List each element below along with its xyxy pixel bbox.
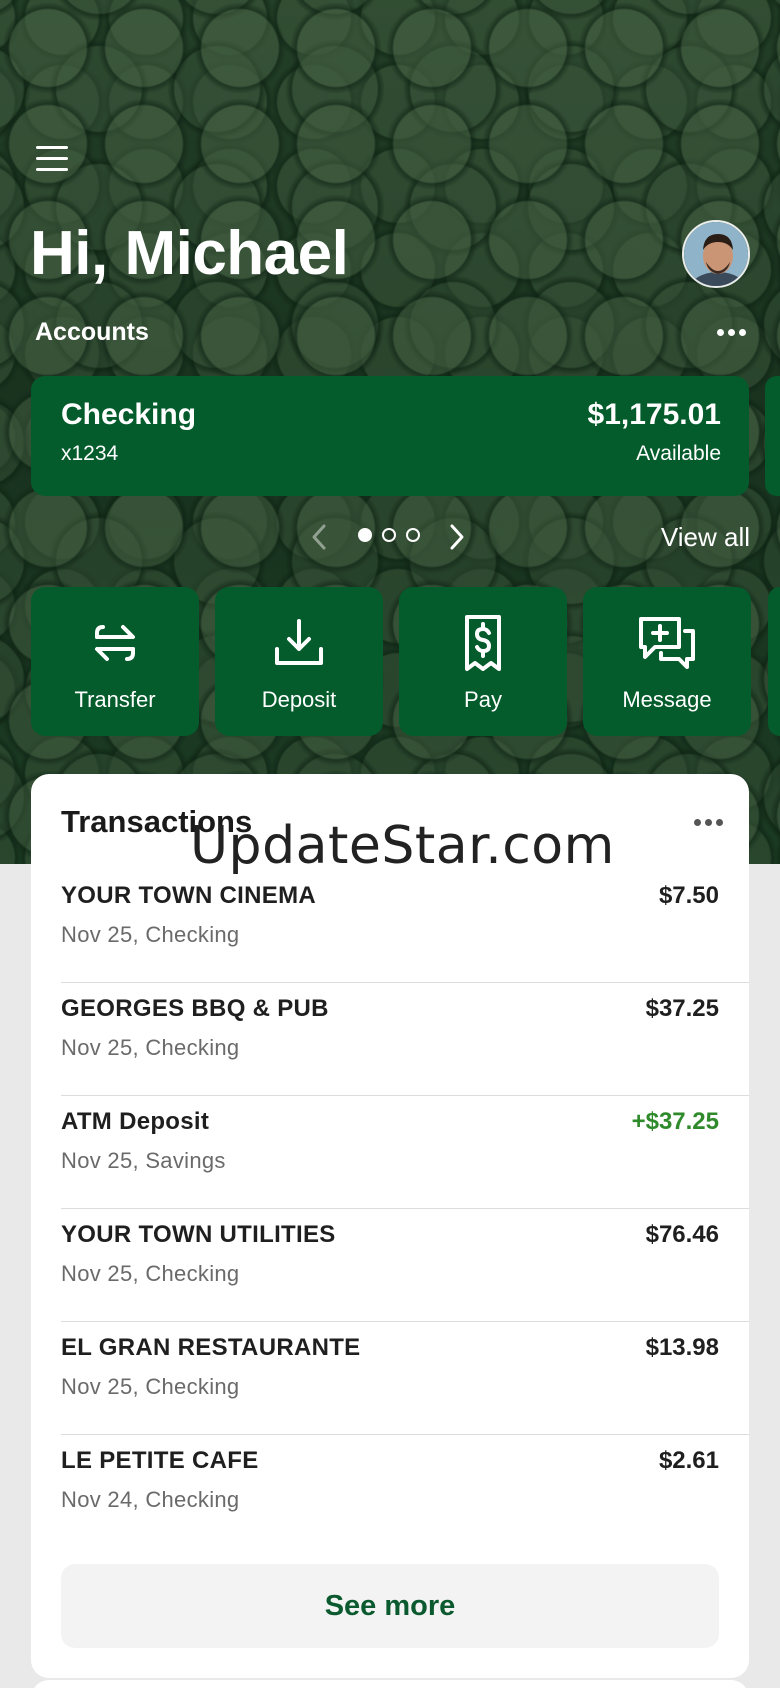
transaction-merchant: ATM Deposit — [61, 1108, 210, 1135]
transaction-amount: +$37.25 — [631, 1108, 719, 1135]
transaction-row[interactable]: LE PETITE CAFE Nov 24, Checking $2.61 — [61, 1435, 749, 1548]
hamburger-menu-icon[interactable] — [36, 146, 68, 172]
balance-label: Available — [636, 442, 721, 465]
transfer-label: Transfer — [74, 687, 156, 712]
accounts-section-label: Accounts — [35, 318, 149, 346]
transaction-merchant: GEORGES BBQ & PUB — [61, 995, 329, 1022]
transaction-merchant: YOUR TOWN CINEMA — [61, 882, 317, 909]
transaction-amount: $13.98 — [645, 1334, 719, 1361]
carousel-dot[interactable] — [358, 528, 372, 542]
view-all-accounts-link[interactable]: View all — [661, 522, 750, 553]
chevron-right-icon[interactable] — [446, 522, 466, 552]
see-more-button[interactable]: See more — [61, 1564, 719, 1648]
chevron-left-icon[interactable] — [310, 522, 330, 552]
pay-button[interactable]: Pay — [399, 587, 567, 736]
account-number: x1234 — [61, 442, 119, 465]
transactions-card: Transactions YOUR TOWN CINEMA Nov 25, Ch… — [31, 774, 749, 1678]
next-section-card-edge — [31, 1680, 749, 1688]
transaction-merchant: YOUR TOWN UTILITIES — [61, 1221, 336, 1248]
transactions-more-icon[interactable] — [691, 812, 725, 832]
carousel-dot[interactable] — [406, 528, 420, 542]
transaction-meta: Nov 25, Checking — [61, 922, 240, 947]
account-name: Checking — [61, 398, 197, 431]
transaction-amount: $7.50 — [658, 882, 719, 909]
accounts-more-icon[interactable] — [714, 320, 748, 344]
deposit-button[interactable]: Deposit — [215, 587, 383, 736]
transfer-icon — [95, 625, 135, 661]
transaction-amount: $2.61 — [658, 1447, 719, 1474]
message-label: Message — [622, 687, 712, 712]
carousel-pagination — [358, 528, 420, 542]
profile-avatar[interactable] — [682, 220, 750, 288]
transaction-meta: Nov 25, Checking — [61, 1035, 240, 1060]
next-account-card-peek[interactable] — [765, 376, 780, 496]
message-icon — [639, 617, 695, 669]
checking-account-card[interactable]: Checking x1234 $1,175.01 Available — [31, 376, 749, 496]
transaction-meta: Nov 24, Checking — [61, 1487, 240, 1512]
carousel-dot[interactable] — [382, 528, 396, 542]
pay-label: Pay — [464, 687, 502, 712]
transaction-meta: Nov 25, Checking — [61, 1261, 240, 1286]
transaction-meta: Nov 25, Checking — [61, 1374, 240, 1399]
transaction-amount: $76.46 — [645, 1221, 719, 1248]
transaction-amount: $37.25 — [645, 995, 719, 1022]
quick-actions: Transfer Deposit Pay Message — [31, 587, 751, 736]
transaction-merchant: EL GRAN RESTAURANTE — [61, 1334, 361, 1361]
transaction-row[interactable]: GEORGES BBQ & PUB Nov 25, Checking $37.2… — [61, 983, 749, 1096]
message-button[interactable]: Message — [583, 587, 751, 736]
account-balance: $1,175.01 — [587, 398, 721, 431]
next-action-peek[interactable] — [768, 587, 780, 736]
greeting-title: Hi, Michael — [30, 219, 349, 288]
transfer-button[interactable]: Transfer — [31, 587, 199, 736]
transaction-row[interactable]: YOUR TOWN CINEMA Nov 25, Checking $7.50 — [61, 870, 749, 983]
transaction-row[interactable]: ATM Deposit Nov 25, Savings +$37.25 — [61, 1096, 749, 1209]
deposit-icon — [275, 619, 323, 665]
transaction-merchant: LE PETITE CAFE — [61, 1447, 259, 1474]
pay-bill-icon — [465, 615, 501, 671]
transaction-row[interactable]: EL GRAN RESTAURANTE Nov 25, Checking $13… — [61, 1322, 749, 1435]
transaction-row[interactable]: YOUR TOWN UTILITIES Nov 25, Checking $76… — [61, 1209, 749, 1322]
watermark-text: UpdateStar.com — [190, 816, 615, 876]
deposit-label: Deposit — [261, 687, 337, 712]
transaction-meta: Nov 25, Savings — [61, 1148, 226, 1173]
transactions-list: YOUR TOWN CINEMA Nov 25, Checking $7.50 … — [61, 870, 749, 1548]
